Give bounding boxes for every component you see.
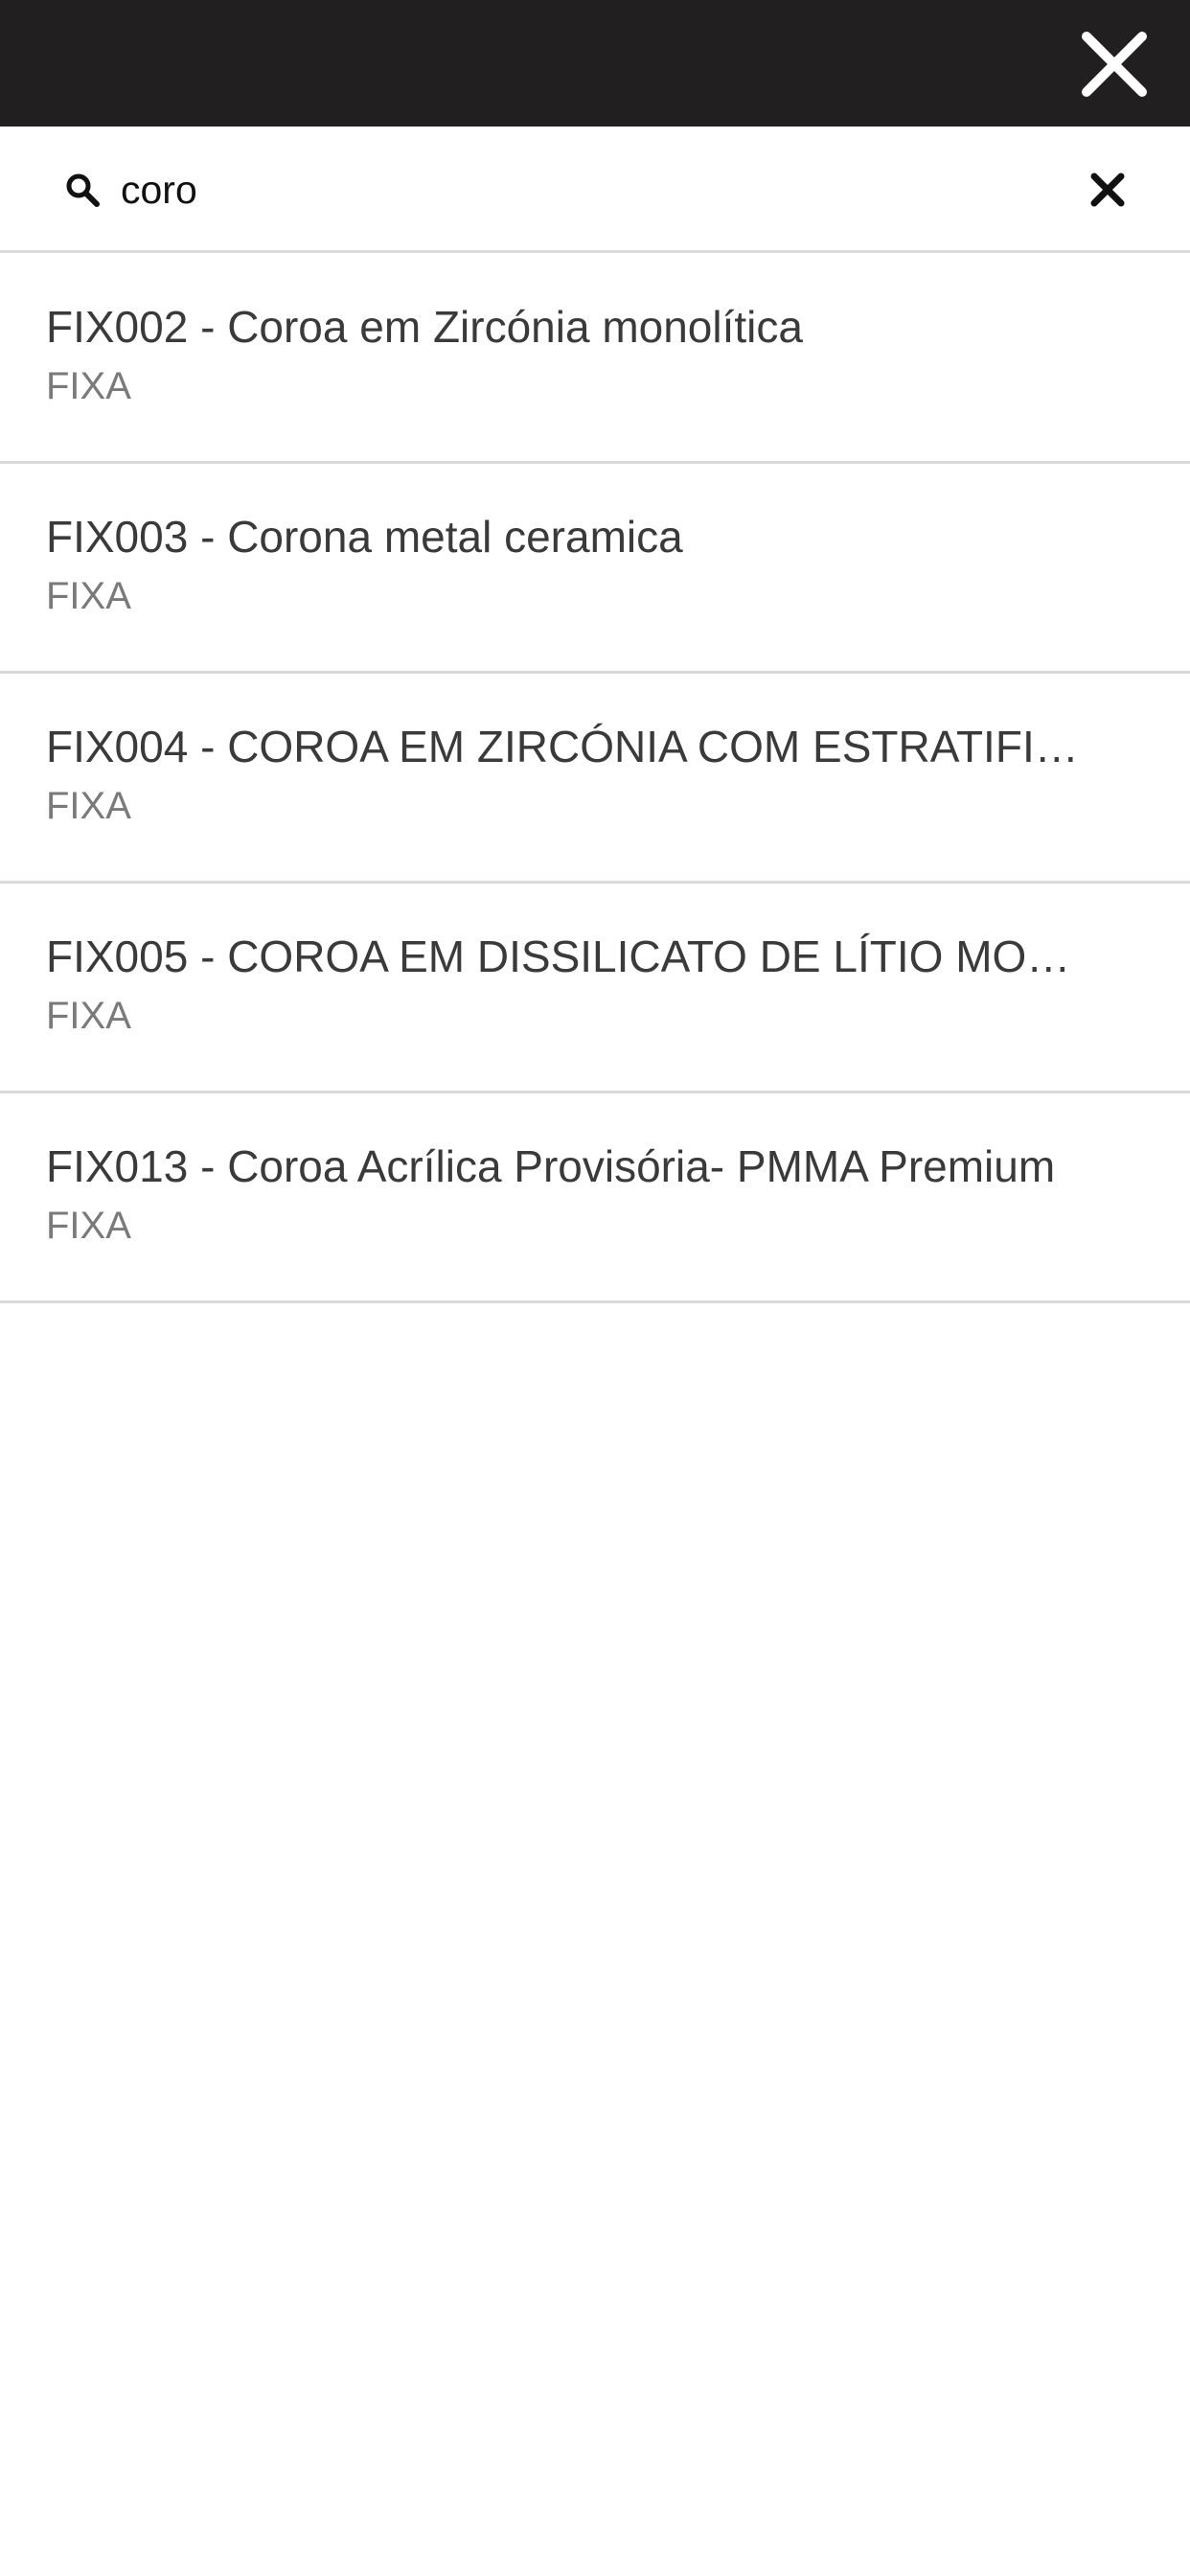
result-category: FIXA <box>46 575 131 617</box>
result-item[interactable]: FIX013 - Coroa Acrílica Provisória- PMMA… <box>0 1093 1190 1303</box>
result-item[interactable]: FIX002 - Coroa em Zircónia monolítica FI… <box>0 254 1190 464</box>
clear-search-button[interactable] <box>1088 171 1127 209</box>
result-title: FIX002 - Coroa em Zircónia monolítica <box>46 302 803 352</box>
results-list: FIX002 - Coroa em Zircónia monolítica FI… <box>0 254 1190 1303</box>
result-item[interactable]: FIX004 - COROA EM ZIRCÓNIA COM ESTRATIFI… <box>0 674 1190 884</box>
result-category: FIXA <box>46 785 131 827</box>
search-bar <box>0 126 1190 253</box>
result-title: FIX003 - Corona metal ceramica <box>46 512 683 562</box>
result-title: FIX005 - COROA EM DISSILICATO DE LÍTIO M… <box>46 932 1071 981</box>
result-title: FIX004 - COROA EM ZIRCÓNIA COM ESTRATIFI… <box>46 722 1079 771</box>
search-icon <box>65 172 100 207</box>
result-item[interactable]: FIX003 - Corona metal ceramica FIXA <box>0 464 1190 674</box>
search-input[interactable] <box>121 155 1041 224</box>
clear-icon <box>1090 172 1125 207</box>
result-title: FIX013 - Coroa Acrílica Provisória- PMMA… <box>46 1141 1056 1191</box>
result-category: FIXA <box>46 1205 131 1247</box>
top-bar <box>0 0 1190 126</box>
result-category: FIXA <box>46 995 131 1037</box>
close-icon <box>1082 32 1147 97</box>
close-button[interactable] <box>1079 29 1150 100</box>
result-item[interactable]: FIX005 - COROA EM DISSILICATO DE LÍTIO M… <box>0 884 1190 1093</box>
result-category: FIXA <box>46 365 131 407</box>
